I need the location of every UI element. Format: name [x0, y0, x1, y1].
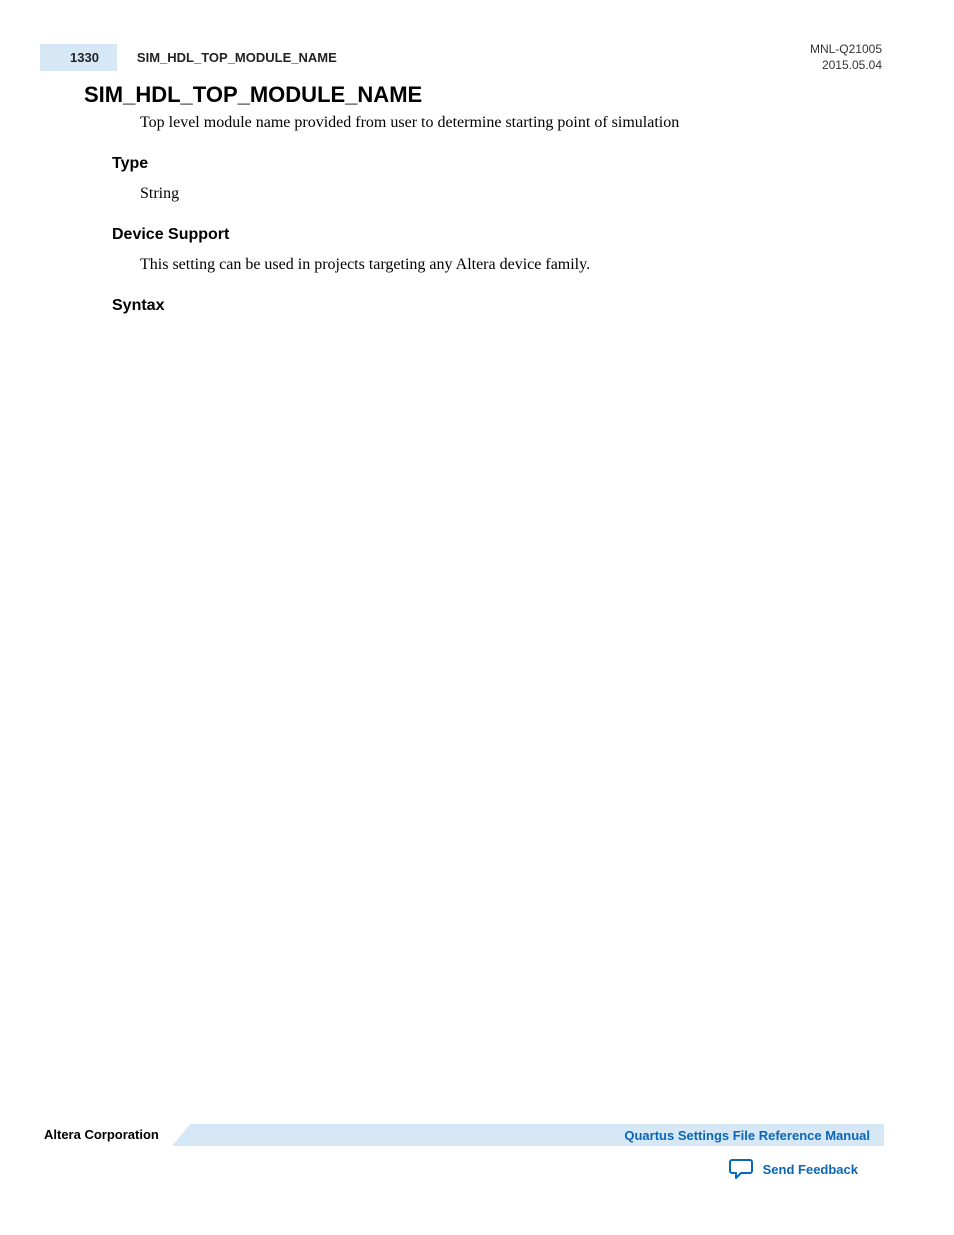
page-number: 1330 — [40, 44, 117, 71]
doc-id: MNL-Q21005 — [810, 42, 882, 58]
speech-bubble-icon — [729, 1158, 755, 1180]
description: Top level module name provided from user… — [140, 112, 874, 134]
section-heading-type: Type — [112, 155, 148, 173]
send-feedback-link[interactable]: Send Feedback — [729, 1158, 858, 1180]
page-header: 1330 SIM_HDL_TOP_MODULE_NAME — [40, 44, 884, 71]
page-title: SIM_HDL_TOP_MODULE_NAME — [84, 82, 422, 108]
send-feedback-label: Send Feedback — [763, 1162, 858, 1177]
section-heading-syntax: Syntax — [112, 297, 164, 315]
section-body-type: String — [140, 183, 874, 205]
doc-date: 2015.05.04 — [810, 58, 882, 74]
footer-manual-bar: Quartus Settings File Reference Manual — [172, 1124, 884, 1146]
section-body-device-support: This setting can be used in projects tar… — [140, 254, 874, 276]
page-footer: Altera Corporation Quartus Settings File… — [40, 1124, 884, 1146]
running-title: SIM_HDL_TOP_MODULE_NAME — [137, 44, 337, 65]
footer-manual-link[interactable]: Quartus Settings File Reference Manual — [624, 1128, 870, 1143]
footer-company: Altera Corporation — [44, 1127, 159, 1142]
doc-meta: MNL-Q21005 2015.05.04 — [810, 42, 882, 73]
section-heading-device-support: Device Support — [112, 226, 229, 244]
